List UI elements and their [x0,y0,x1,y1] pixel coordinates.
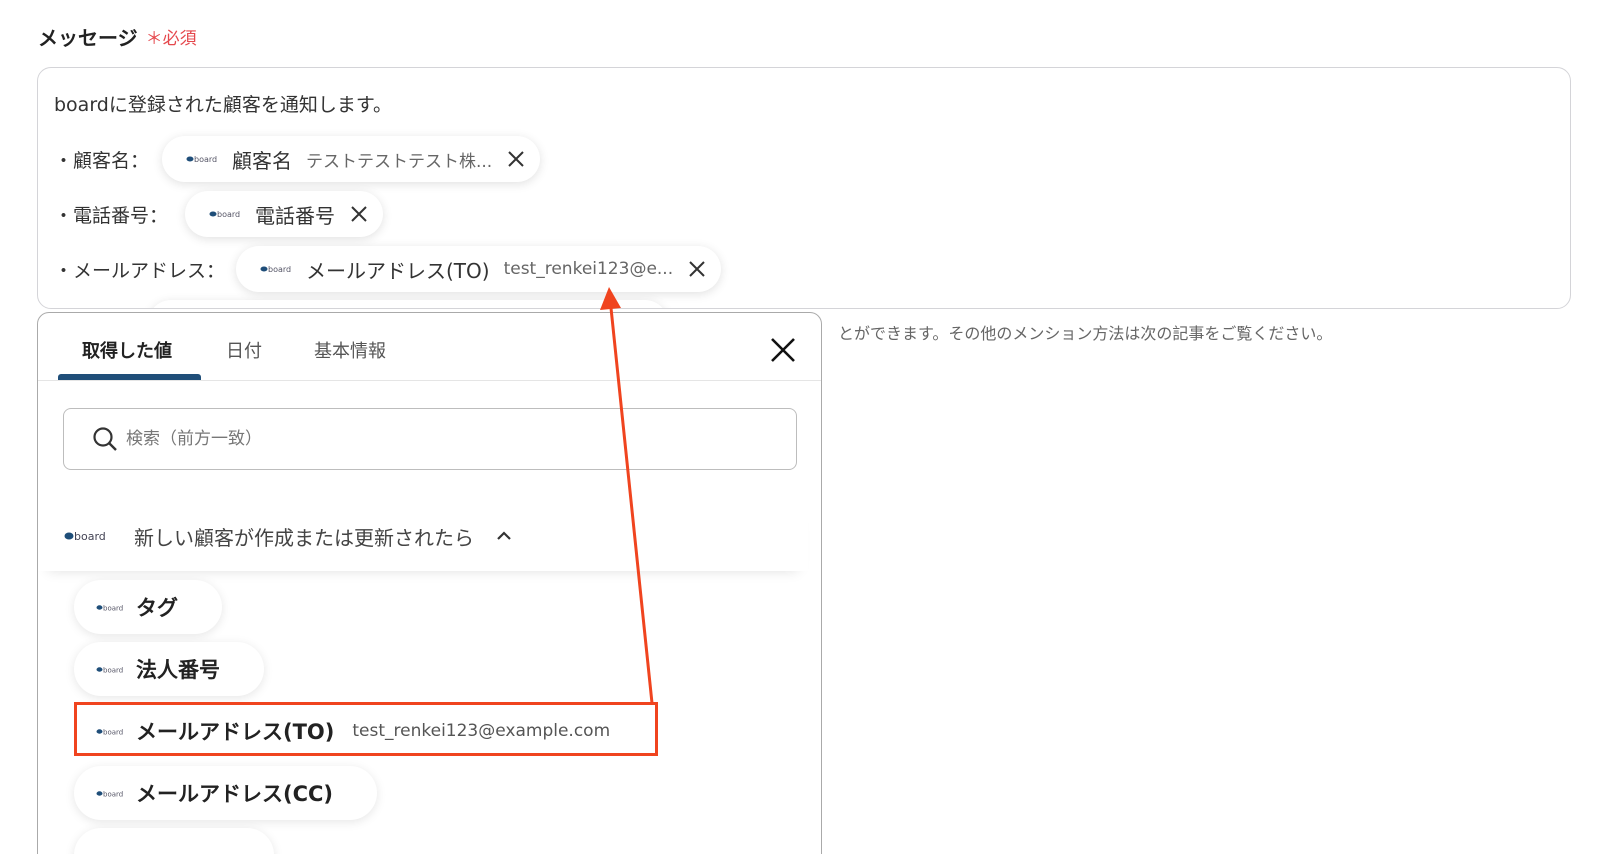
close-icon[interactable] [687,259,707,279]
message-intro: boardに登録された顧客を通知します。 [54,94,392,116]
board-logo-icon: board [96,604,123,612]
value-item-tag[interactable]: board タグ [74,580,222,634]
mention-pill-email[interactable]: board メールアドレス(TO) test_renkei123@e... [236,246,722,292]
item-name: タグ [136,596,178,620]
helper-text: とができます。その他のメンション方法は次の記事をご覧ください。 [838,324,1333,343]
search-icon [93,427,117,451]
search-field[interactable] [63,408,797,470]
close-icon[interactable] [770,337,796,363]
board-logo-icon: board [96,666,123,674]
value-item-email-cc[interactable]: board メールアドレス(CC) [74,766,378,820]
pill-value: テストテストテスト株... [306,151,493,172]
pill-name: 顧客名 [232,148,292,173]
pill-value: test_renkei123@e... [503,259,674,279]
close-icon[interactable] [506,149,526,169]
board-logo-icon: board [64,530,106,543]
board-logo-icon: board [209,210,240,219]
value-item-partial[interactable] [74,828,274,854]
section-title: 新しい顧客が作成または更新されたら [134,525,474,550]
trigger-section-header[interactable]: board 新しい顧客が作成または更新されたら [38,501,808,571]
highlight-box [74,702,658,756]
board-logo-icon: board [96,790,123,798]
item-name: 法人番号 [136,658,220,682]
tab-bar: 取得した値 日付 基本情報 [38,313,821,381]
pill-name: メールアドレス(TO) [306,258,490,283]
tab-retrieved-values[interactable]: 取得した値 [82,337,172,363]
pill-name: 電話番号 [255,203,335,228]
field-label-text: メッセージ [38,26,138,50]
mention-pill-customer-name[interactable]: board 顧客名 テストテストテスト株... [162,136,541,182]
value-item-corporate-number[interactable]: board 法人番号 [74,642,264,696]
svg-text:board: board [217,210,240,219]
search-input[interactable] [126,429,726,449]
required-mark: ＊必須 [145,29,197,49]
message-editor[interactable]: boardに登録された顧客を通知します。 ・顧客名： board 顧客名 テスト… [37,67,1571,309]
row-label-customer: ・顧客名： [54,150,150,172]
svg-text:board: board [74,530,106,543]
svg-text:board: board [194,155,217,164]
close-icon[interactable] [349,204,369,224]
row-label-phone: ・電話番号： [54,205,169,227]
item-name: メールアドレス(CC) [136,782,334,806]
mention-pill-phone[interactable]: board 電話番号 [185,191,383,237]
chevron-up-icon[interactable] [494,526,514,546]
svg-text:board: board [103,666,123,674]
board-logo-icon: board [186,155,217,164]
board-logo-icon: board [260,265,291,274]
tab-date[interactable]: 日付 [226,337,262,363]
field-label: メッセージ ＊必須 [38,22,197,51]
svg-text:board: board [268,265,291,274]
row-label-email: ・メールアドレス： [54,260,226,282]
svg-text:board: board [103,790,123,798]
tab-basic-info[interactable]: 基本情報 [314,337,386,363]
mention-pill-partial[interactable] [148,300,668,308]
active-tab-indicator [58,374,201,380]
value-picker-panel: 取得した値 日付 基本情報 board 新しい顧客が作成または更新されたら bo… [37,312,822,854]
svg-text:board: board [103,604,123,612]
